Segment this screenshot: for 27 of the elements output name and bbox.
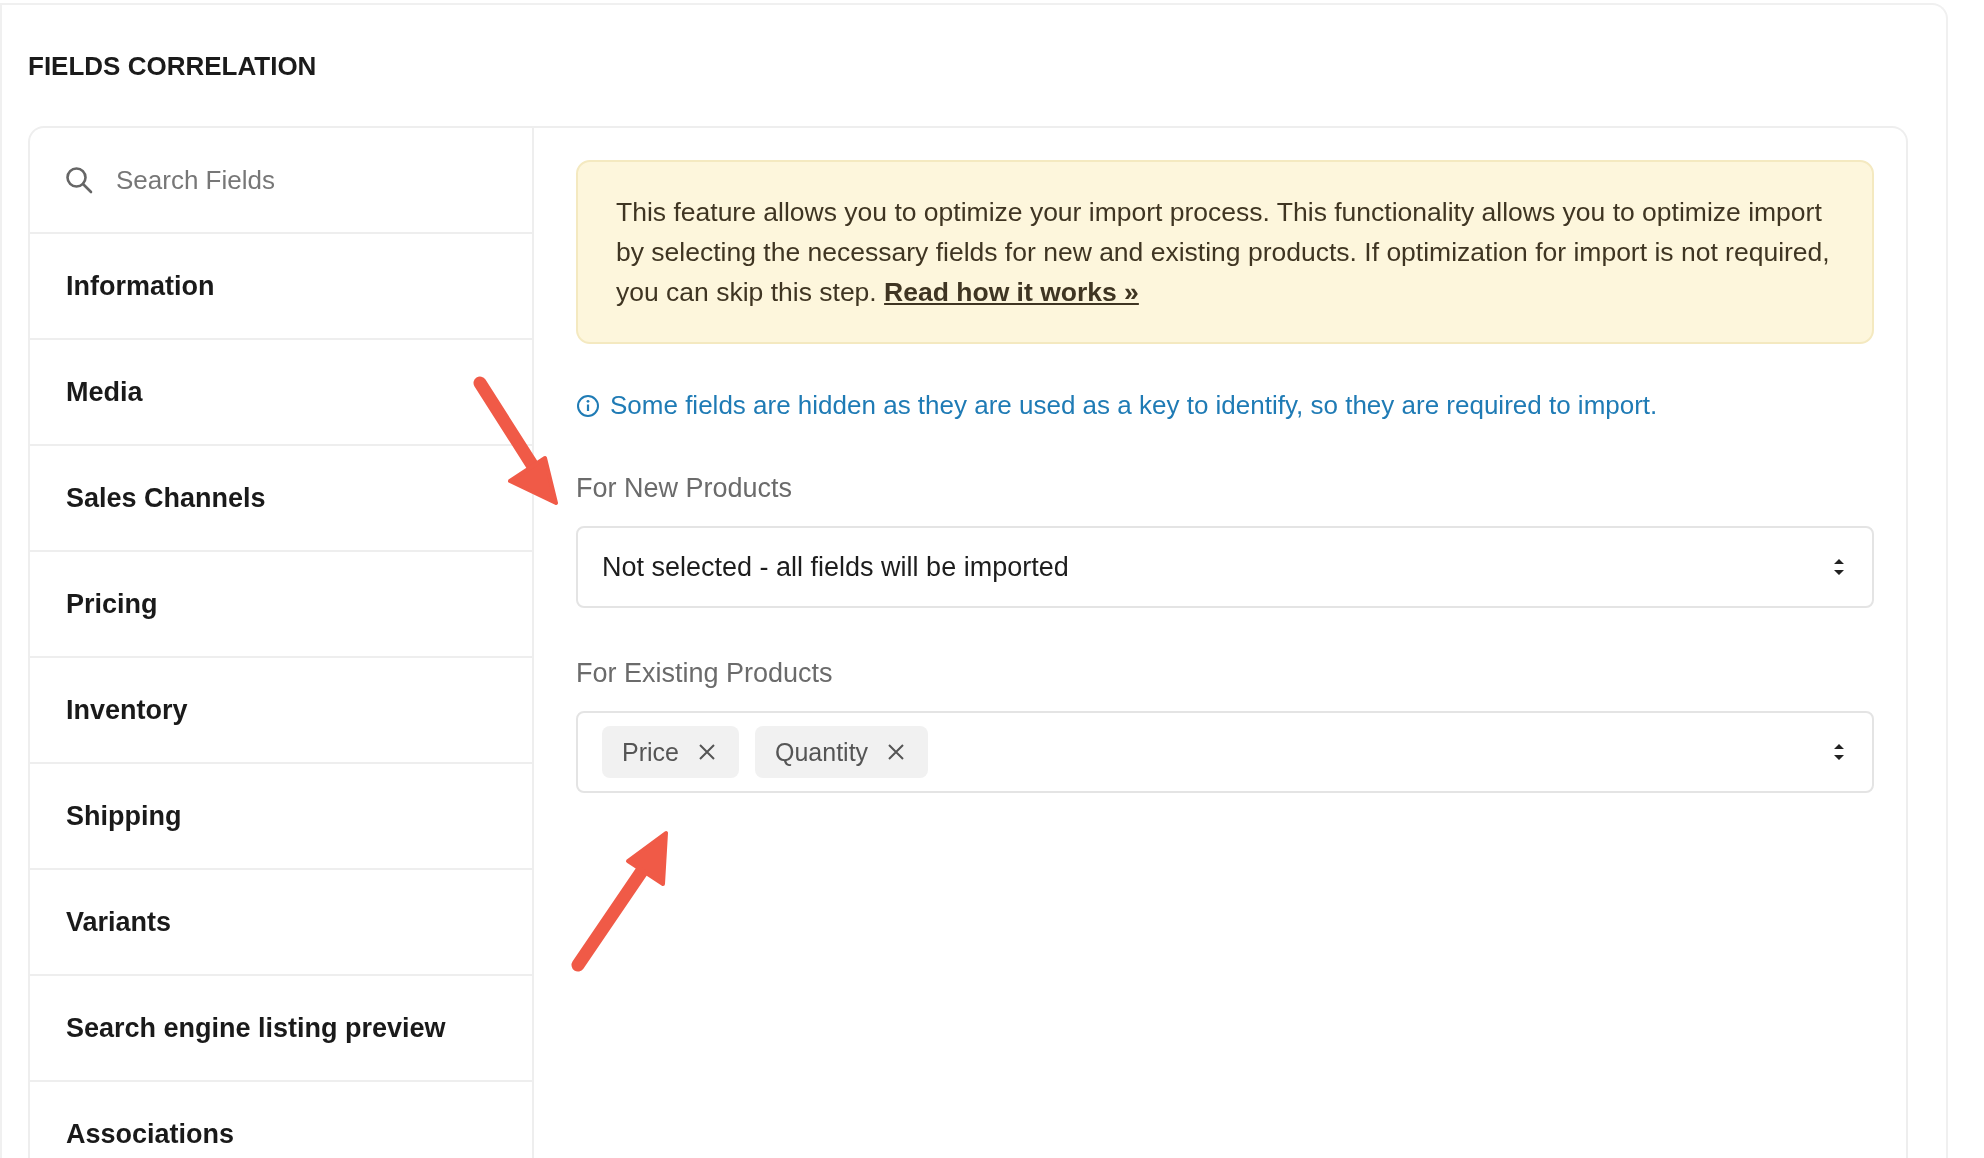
sidebar-item[interactable]: Shipping bbox=[30, 764, 532, 870]
field-label: For Existing Products bbox=[576, 658, 833, 689]
section-title: FIELDS CORRELATION bbox=[28, 51, 317, 82]
tag-label: Quantity bbox=[774, 737, 869, 767]
sidebar-item[interactable]: Inventory bbox=[30, 658, 532, 764]
select-field[interactable]: Not selected - all fields will be imported bbox=[576, 526, 1874, 608]
search-field[interactable]: Search Fields bbox=[116, 164, 498, 196]
notice-text: This feature allows you to optimize your import process. This functionality allows you to optimize import by selecting the necessary fields for new and existing products. If optimization for import is not required, you can skip this step. Read how it works » bbox=[616, 196, 1831, 309]
sidebar-item[interactable]: Information bbox=[30, 234, 532, 340]
close-icon[interactable] bbox=[696, 742, 717, 762]
sidebar-item[interactable]: Pricing bbox=[30, 552, 532, 658]
tag-chip[interactable]: Price bbox=[602, 726, 739, 778]
sidebar-item[interactable]: Associations bbox=[30, 1082, 532, 1158]
tag-chip[interactable]: Quantity bbox=[754, 726, 929, 778]
search-icon bbox=[64, 165, 94, 195]
chevron-up-down-icon bbox=[1832, 741, 1846, 763]
tag-label: Price bbox=[622, 737, 679, 767]
sidebar-item[interactable]: Search engine listing preview bbox=[30, 976, 532, 1082]
close-icon[interactable] bbox=[886, 742, 907, 762]
chevron-up-down-icon bbox=[1832, 556, 1846, 578]
read-more-link[interactable]: Read how it works » bbox=[884, 277, 1139, 307]
sidebar-item[interactable]: Variants bbox=[30, 870, 532, 976]
info-text: Some fields are hidden as they are used as a key to identify, so they are required to import. bbox=[610, 390, 1658, 421]
info-icon bbox=[576, 393, 600, 418]
select-field[interactable]: Price Quantity bbox=[576, 711, 1874, 793]
sidebar-item[interactable]: Media bbox=[30, 340, 532, 446]
field-label: For New Products bbox=[576, 473, 793, 504]
